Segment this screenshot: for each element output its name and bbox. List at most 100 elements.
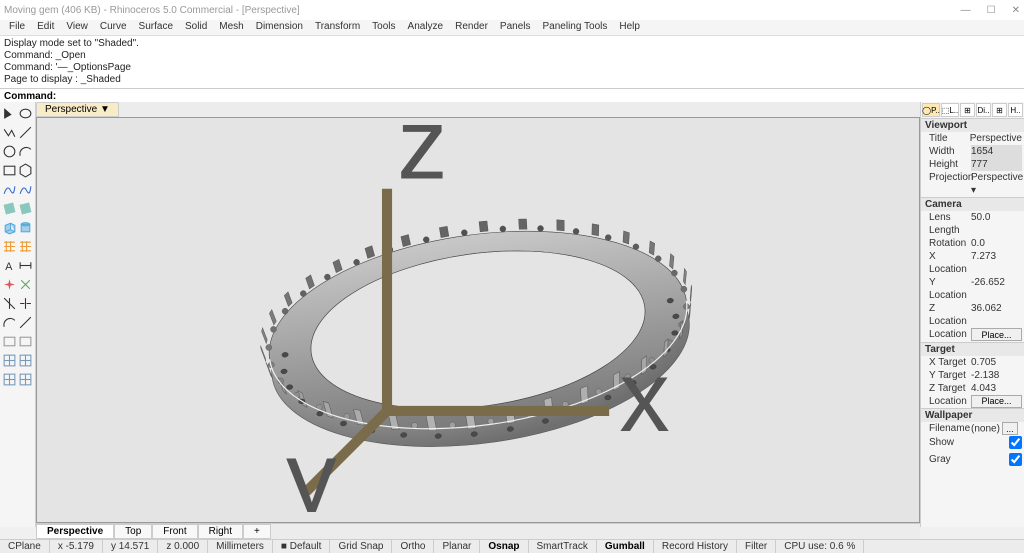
box-icon[interactable] xyxy=(2,218,17,236)
join-icon[interactable] xyxy=(18,275,33,293)
group-icon[interactable] xyxy=(2,332,17,350)
menu-transform[interactable]: Transform xyxy=(310,20,365,35)
explode-icon[interactable] xyxy=(2,275,17,293)
status-cplane[interactable]: CPlane xyxy=(0,540,50,553)
status-osnap[interactable]: Osnap xyxy=(480,540,528,553)
circle-icon[interactable] xyxy=(2,142,17,160)
camera-row-rotation: Rotation0.0 xyxy=(921,237,1024,250)
menu-dimension[interactable]: Dimension xyxy=(251,20,308,35)
camera-row-x-location: X Location7.273 xyxy=(921,250,1024,276)
menu-analyze[interactable]: Analyze xyxy=(403,20,449,35)
status-layer[interactable]: ■ Default xyxy=(273,540,331,553)
command-label: Command: xyxy=(4,91,56,102)
section-viewport: Viewport xyxy=(921,118,1024,132)
menu-edit[interactable]: Edit xyxy=(32,20,59,35)
rect-icon[interactable] xyxy=(2,161,17,179)
lasso-icon[interactable] xyxy=(18,104,33,122)
ungroup-icon[interactable] xyxy=(18,332,33,350)
pointer-icon[interactable] xyxy=(2,104,17,122)
viewport-row-height: Height777 xyxy=(921,158,1024,171)
status-recordhistory[interactable]: Record History xyxy=(654,540,737,553)
camera-rotation-value[interactable]: 0.0 xyxy=(971,237,1022,250)
viewport-projection-value[interactable]: Perspective ▾ xyxy=(971,171,1023,197)
camera-row-lens-length: Lens Length50.0 xyxy=(921,211,1024,237)
curve-icon[interactable] xyxy=(2,180,17,198)
interp-icon[interactable] xyxy=(18,180,33,198)
status-units[interactable]: Millimeters xyxy=(208,540,273,553)
menu-tools[interactable]: Tools xyxy=(367,20,400,35)
camera-lens-length-value[interactable]: 50.0 xyxy=(971,211,1022,237)
polygon-icon[interactable] xyxy=(18,161,33,179)
target-x-target-value[interactable]: 0.705 xyxy=(971,356,1022,369)
text-icon[interactable]: A xyxy=(2,256,17,274)
viewport-tabs: PerspectiveTopFrontRight+ xyxy=(36,523,920,539)
menu-file[interactable]: File xyxy=(4,20,30,35)
status-filter[interactable]: Filter xyxy=(737,540,776,553)
close-button[interactable]: ✕ xyxy=(1012,5,1020,16)
dim-icon[interactable] xyxy=(18,256,33,274)
status-gridsnap[interactable]: Grid Snap xyxy=(330,540,392,553)
srf-icon[interactable] xyxy=(2,199,17,217)
viewtab-+[interactable]: + xyxy=(243,524,271,539)
camera-row-y-location: Y Location-26.652 xyxy=(921,276,1024,302)
paneltab-4[interactable]: ⊞ xyxy=(992,103,1007,117)
line-icon[interactable] xyxy=(18,123,33,141)
camera-z-location-value[interactable]: 36.062 xyxy=(971,302,1022,328)
viewtab-front[interactable]: Front xyxy=(152,524,197,539)
camera-location-button[interactable]: Place... xyxy=(971,328,1022,341)
paneling4-icon[interactable] xyxy=(18,370,33,388)
camera-y-location-value[interactable]: -26.652 xyxy=(971,276,1022,302)
status-smarttrack[interactable]: SmartTrack xyxy=(529,540,597,553)
wallpaper-show-checkbox[interactable] xyxy=(1009,436,1022,449)
paneltab-1[interactable]: ⬚L.. xyxy=(941,103,959,117)
paneling2-icon[interactable] xyxy=(18,351,33,369)
panel-tabs: ◯P..⬚L..⊞Di..⊞H.. xyxy=(921,102,1024,118)
3d-viewport[interactable]: z x y xyxy=(36,117,920,523)
target-y-target-value[interactable]: -2.138 xyxy=(971,369,1022,382)
viewtab-perspective[interactable]: Perspective xyxy=(36,524,114,539)
command-input[interactable] xyxy=(60,91,1020,102)
fillet-icon[interactable] xyxy=(2,313,17,331)
arc-icon[interactable] xyxy=(18,142,33,160)
viewtab-right[interactable]: Right xyxy=(198,524,243,539)
target-z-target-value[interactable]: 4.043 xyxy=(971,382,1022,395)
menu-render[interactable]: Render xyxy=(450,20,493,35)
trim-icon[interactable] xyxy=(2,294,17,312)
meshpt-icon[interactable] xyxy=(18,237,33,255)
status-planar[interactable]: Planar xyxy=(434,540,480,553)
camera-row-location: LocationPlace... xyxy=(921,328,1024,342)
menu-curve[interactable]: Curve xyxy=(95,20,132,35)
paneling1-icon[interactable] xyxy=(2,351,17,369)
target-row-z-target: Z Target4.043 xyxy=(921,382,1024,395)
status-ortho[interactable]: Ortho xyxy=(392,540,434,553)
target-location-button[interactable]: Place... xyxy=(971,395,1022,408)
split-icon[interactable] xyxy=(18,294,33,312)
srfpt-icon[interactable] xyxy=(18,199,33,217)
menu-paneling-tools[interactable]: Paneling Tools xyxy=(538,20,613,35)
mesh-icon[interactable] xyxy=(2,237,17,255)
camera-x-location-value[interactable]: 7.273 xyxy=(971,250,1022,276)
minimize-button[interactable]: — xyxy=(961,5,971,16)
target-row-x-target: X Target0.705 xyxy=(921,356,1024,369)
wallpaper-gray-checkbox[interactable] xyxy=(1009,453,1022,466)
menu-help[interactable]: Help xyxy=(614,20,645,35)
paneltab-3[interactable]: Di.. xyxy=(976,103,991,117)
menu-mesh[interactable]: Mesh xyxy=(214,20,248,35)
menu-panels[interactable]: Panels xyxy=(495,20,536,35)
cyl-icon[interactable] xyxy=(18,218,33,236)
polyline-icon[interactable] xyxy=(2,123,17,141)
status-gumball[interactable]: Gumball xyxy=(597,540,654,553)
viewport-title-value[interactable]: Perspective xyxy=(970,132,1022,145)
chamfer-icon[interactable] xyxy=(18,313,33,331)
paneling3-icon[interactable] xyxy=(2,370,17,388)
menu-view[interactable]: View xyxy=(61,20,93,35)
menu-solid[interactable]: Solid xyxy=(180,20,212,35)
paneltab-2[interactable]: ⊞ xyxy=(960,103,975,117)
status-cpuuse[interactable]: CPU use: 0.6 % xyxy=(776,540,864,553)
menu-surface[interactable]: Surface xyxy=(134,20,178,35)
paneltab-5[interactable]: H.. xyxy=(1008,103,1023,117)
viewtab-top[interactable]: Top xyxy=(114,524,152,539)
wallpaper-browse-button[interactable]: ... xyxy=(1002,422,1018,435)
status-y: y 14.571 xyxy=(103,540,158,553)
maximize-button[interactable]: ☐ xyxy=(987,5,996,16)
